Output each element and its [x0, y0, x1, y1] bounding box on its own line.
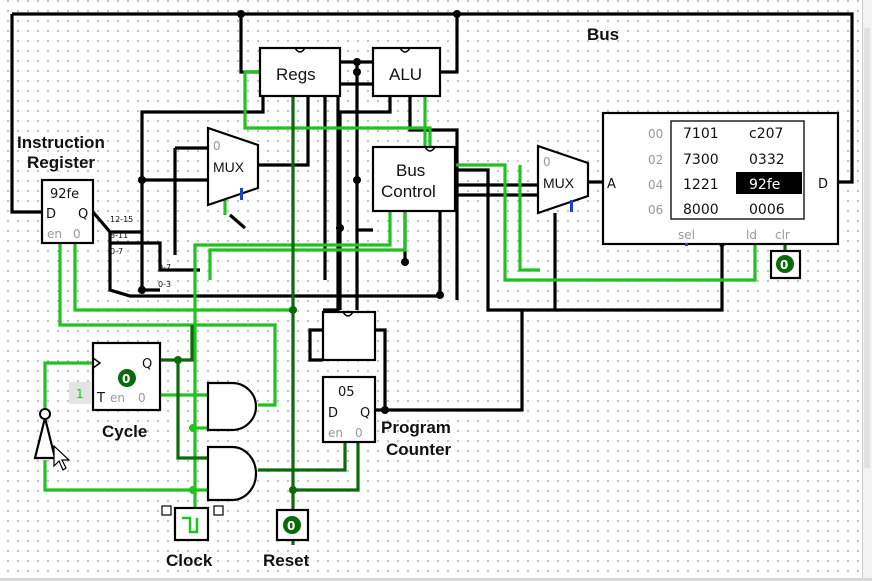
ram-cell: 7300	[683, 152, 719, 168]
cycle-t: T	[96, 391, 105, 406]
pc-value: 05	[338, 385, 355, 400]
instruction-register-label-1: Instruction	[17, 133, 105, 152]
ram-address-mux[interactable]: 0 MUX	[536, 144, 590, 215]
program-counter-label-2: Counter	[386, 440, 452, 459]
ram-clr-port: clr	[775, 228, 790, 242]
ram-clear-button[interactable]: 0	[769, 249, 802, 280]
reset-button[interactable]: 0	[275, 508, 310, 542]
ir-value: 92fe	[50, 187, 79, 202]
pc-logic-component[interactable]	[321, 310, 377, 362]
mux2-input-0: 0	[543, 155, 551, 169]
bus-control-component[interactable]: Bus Control	[371, 145, 457, 213]
cycle-clr: 0	[138, 391, 146, 405]
reset-value: 0	[287, 519, 295, 533]
mux2-label: MUX	[543, 175, 575, 191]
cycle-value: 0	[122, 372, 130, 386]
splitter-label: 12-15	[110, 215, 133, 224]
cycle-q: Q	[142, 357, 152, 372]
regs-component[interactable]: Regs	[258, 46, 342, 98]
not-gate[interactable]	[33, 408, 57, 460]
instruction-register[interactable]: 92fe D Q en 0	[40, 178, 95, 245]
bus-control-label-2: Control	[381, 182, 436, 201]
program-counter-label-1: Program	[381, 418, 451, 437]
ram-cell: 8000	[683, 202, 719, 218]
bus-control-label-1: Bus	[396, 161, 425, 180]
splitter-label: 0-7	[110, 247, 123, 256]
ir-clr: 0	[73, 227, 81, 241]
vertical-scrollbar-thumb[interactable]	[864, 28, 870, 468]
ram-cell: 0006	[749, 202, 785, 218]
mouse-cursor-icon	[53, 444, 71, 471]
ram-cell: 0332	[749, 152, 785, 168]
ram-a-label: A	[607, 177, 616, 192]
constant-value: 1	[76, 387, 84, 401]
and-gate-1[interactable]	[206, 381, 258, 432]
cycle-label: Cycle	[102, 422, 147, 441]
ir-d: D	[46, 207, 56, 222]
ram-ld-port: ld	[746, 228, 757, 242]
ram-cell-highlighted: 92fe	[749, 177, 780, 193]
mux-component[interactable]: 0 MUX	[206, 126, 260, 207]
alu-component[interactable]: ALU	[371, 46, 442, 98]
instruction-register-label-2: Register	[27, 153, 95, 172]
and-gate-2[interactable]	[206, 445, 258, 502]
ram-clear-value: 0	[780, 258, 788, 272]
ram-address: 02	[648, 153, 663, 167]
ram-d-label: D	[818, 177, 828, 192]
bus-label: Bus	[587, 25, 619, 44]
circuit: Bus Regs ALU 0 MUX Bus Control 0 MUX A D…	[10, 10, 854, 570]
mux-label: MUX	[213, 159, 245, 175]
splitter-label: 8-11	[110, 231, 128, 240]
pc-d: D	[328, 406, 338, 421]
splitter-label: 0-7	[158, 263, 171, 272]
ram-cell: 1221	[683, 177, 719, 193]
pc-en: en	[328, 426, 343, 440]
ram-address: 06	[648, 203, 663, 217]
mux-input-0: 0	[213, 139, 221, 153]
ram-sel-port: sel	[678, 228, 695, 242]
ram-cell: c207	[749, 126, 783, 142]
reset-label: Reset	[263, 551, 310, 570]
constant-one: 1	[69, 382, 91, 404]
ir-q: Q	[78, 207, 88, 222]
splitter-label: 0-3	[158, 280, 171, 289]
ram-address: 00	[648, 127, 663, 141]
cycle-en: en	[110, 391, 125, 405]
pc-q: Q	[360, 406, 370, 421]
ram-component[interactable]: A D 00 02 04 06 7101 c207 7300 0332 1221…	[601, 111, 840, 246]
alu-label: ALU	[389, 65, 422, 84]
cycle-counter[interactable]: 0 Q T en 0	[91, 341, 162, 412]
pc-clr: 0	[355, 426, 363, 440]
clock-component[interactable]	[161, 505, 224, 542]
regs-label: Regs	[276, 65, 316, 84]
ir-en: en	[47, 227, 62, 241]
ram-address: 04	[648, 178, 663, 192]
clock-label: Clock	[166, 551, 213, 570]
program-counter-register[interactable]: 05 D Q en 0	[321, 375, 377, 444]
ram-cell: 7101	[683, 126, 719, 142]
